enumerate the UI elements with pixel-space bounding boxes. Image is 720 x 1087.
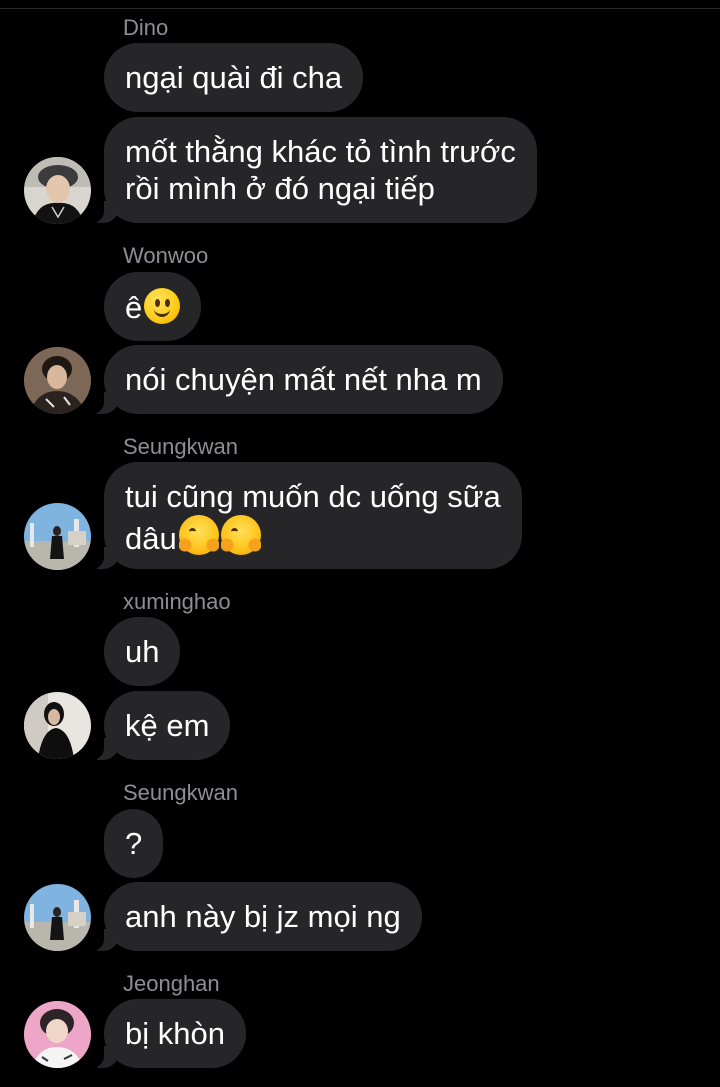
message-text: ? <box>125 826 143 861</box>
avatar-seungkwan-image <box>24 884 91 951</box>
message-text: anh này bị jz mọi ng <box>125 899 401 934</box>
message-bubble[interactable]: ngại quài đi cha <box>104 43 364 112</box>
avatar[interactable] <box>24 884 91 951</box>
message-bubble[interactable]: tui cũng muốn dc uống sữa dâu <box>90 462 522 569</box>
sender-name: xuminghao <box>123 589 231 614</box>
message-text: mốt thằng khác tỏ tình trước <box>125 134 516 169</box>
avatar-dino-image <box>24 157 91 224</box>
message-text: nói chuyện mất nết nha m <box>125 362 482 397</box>
sender-name: Wonwoo <box>123 243 209 268</box>
sender-name: Seungkwan <box>123 434 238 459</box>
hugging-face-icon <box>178 515 219 555</box>
message-text: kệ em <box>125 708 210 743</box>
message-bubble[interactable]: uh <box>104 617 181 686</box>
message-text: tui cũng muốn dc uống sữa <box>125 479 501 514</box>
hugging-face-icon <box>220 515 261 555</box>
avatar-jeonghan-image <box>24 1001 91 1068</box>
message-text: bị khòn <box>125 1016 225 1051</box>
message-bubble[interactable]: mốt thằng khác tỏ tình trước rồi mình ở … <box>90 117 537 223</box>
message-text: ngại quài đi cha <box>125 60 343 95</box>
message-bubble[interactable]: ê <box>104 272 202 341</box>
message-bubble[interactable]: nói chuyện mất nết nha m <box>90 345 503 414</box>
avatar-seungkwan-image <box>24 503 91 570</box>
avatar[interactable] <box>24 157 91 224</box>
message-bubble[interactable]: bị khòn <box>90 999 246 1068</box>
avatar-wonwoo-image <box>24 347 91 414</box>
top-divider <box>0 0 720 9</box>
sender-name: Seungkwan <box>123 780 238 805</box>
message-bubble[interactable]: anh này bị jz mọi ng <box>90 882 422 951</box>
avatar-xuminghao-image <box>24 692 91 759</box>
sender-name: Dino <box>123 15 169 40</box>
avatar[interactable] <box>24 347 91 414</box>
message-bubble[interactable]: ? <box>104 809 164 878</box>
message-bubble[interactable]: kệ em <box>89 691 231 760</box>
message-text: rồi mình ở đó ngại tiếp <box>125 171 435 206</box>
avatar[interactable] <box>24 503 91 570</box>
message-text: uh <box>125 634 160 669</box>
avatar[interactable] <box>24 1001 91 1068</box>
sender-name: Jeonghan <box>123 971 220 996</box>
message-text: ê <box>125 290 143 325</box>
avatar[interactable] <box>24 692 91 759</box>
slightly-smiling-face-icon <box>144 288 181 324</box>
message-text: dâu <box>125 521 177 556</box>
